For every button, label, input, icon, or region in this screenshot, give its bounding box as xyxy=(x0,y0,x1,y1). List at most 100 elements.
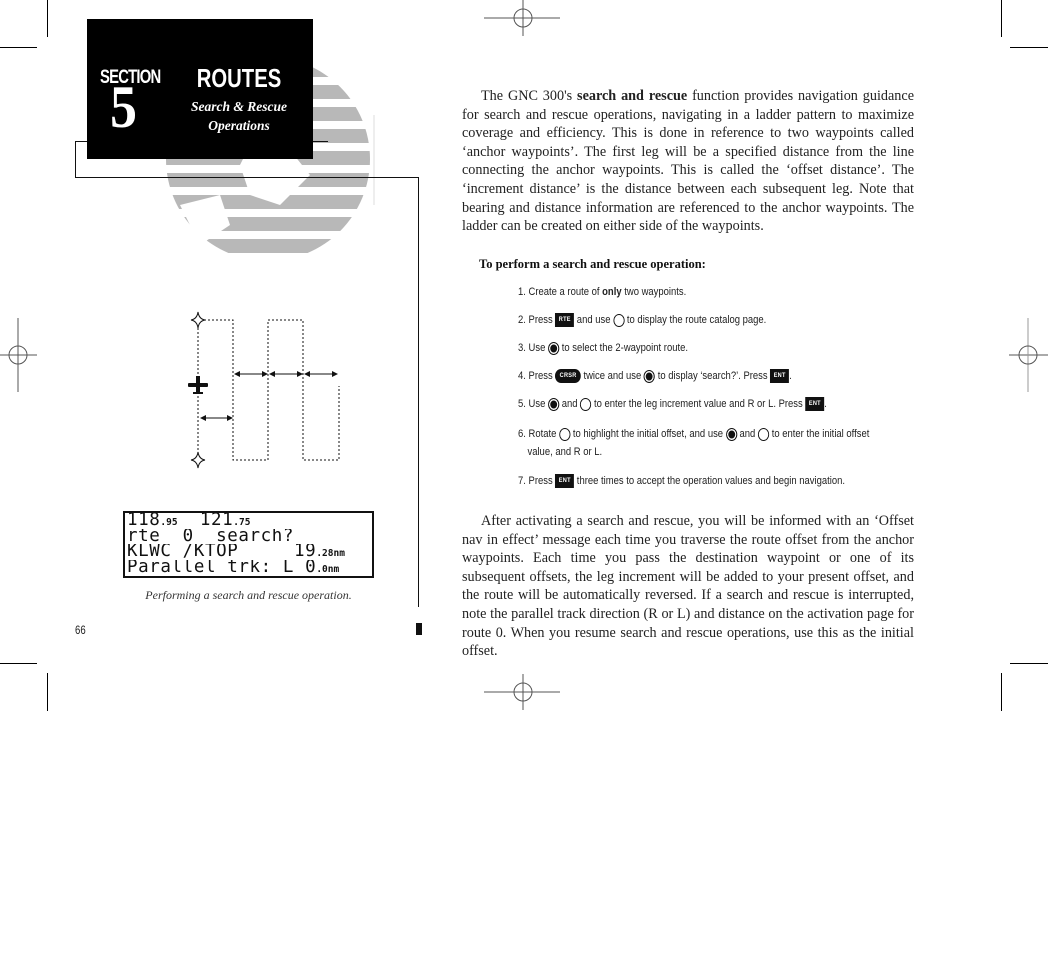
inner-knob-icon xyxy=(547,341,560,355)
lcd-text: .95 xyxy=(160,517,178,528)
registration-mark-icon xyxy=(1009,318,1048,392)
inner-knob-icon xyxy=(725,427,737,441)
step-number: 1. xyxy=(518,286,529,298)
registration-mark-icon xyxy=(484,674,560,710)
lcd-line: Parallel trk: L 0.0nm xyxy=(127,560,372,576)
procedure-step: 3. Use to select the 2-waypoint route. xyxy=(518,339,862,357)
lcd-text: 121 xyxy=(177,513,234,529)
crop-mark xyxy=(1001,0,1002,37)
step-text: Create a route of xyxy=(528,286,603,298)
step-text: . xyxy=(824,398,827,410)
frame-line xyxy=(75,141,87,142)
subtitle-line: Search & Rescue xyxy=(191,99,287,114)
intro-paragraph: The GNC 300's search and rescue function… xyxy=(462,87,914,236)
step-text: to enter the leg increment value and R o… xyxy=(591,398,806,410)
step-text: and xyxy=(736,428,758,440)
crop-mark xyxy=(0,47,37,48)
procedure-step: 4. Press CRSR twice and use to display ‘… xyxy=(518,367,862,385)
step-text: value, and R or L. xyxy=(527,446,603,458)
frame-line xyxy=(75,141,76,177)
lcd-text: .75 xyxy=(233,517,251,528)
anchor-waypoint-icon xyxy=(190,311,206,329)
anchor-waypoint-icon xyxy=(190,451,206,469)
step-text: only xyxy=(602,286,622,298)
step-text: Press xyxy=(528,370,556,382)
aircraft-icon xyxy=(188,376,208,394)
lcd-text: KLWC /KTOP 19 xyxy=(127,544,317,560)
step-text: to display ‘search?’. Press xyxy=(655,370,771,382)
procedure-step: 7. Press ENT three times to accept the o… xyxy=(518,472,862,490)
intro-bold-term: search and rescue xyxy=(577,88,688,104)
step-text: Press xyxy=(528,475,556,487)
step-text: three times to accept the operation valu… xyxy=(574,475,846,487)
step-number: 6. xyxy=(518,428,529,440)
rte-key-icon: RTE xyxy=(555,313,575,328)
procedure-heading: To perform a search and rescue operation… xyxy=(479,257,706,271)
step-number: 5. xyxy=(518,398,529,410)
intro-text: The GNC 300's xyxy=(481,88,578,104)
crop-mark xyxy=(0,663,37,664)
intro-text: function provides navigation guidance fo… xyxy=(462,88,914,235)
step-text: and xyxy=(559,398,581,410)
lcd-text: .0 xyxy=(316,563,328,575)
crsr-key-icon: CRSR xyxy=(555,369,581,384)
lcd-line: rte 0 search? xyxy=(127,529,372,545)
step-text: Press xyxy=(528,314,556,326)
ladder-pattern-diagram xyxy=(188,311,340,469)
lcd-text: .28 xyxy=(316,548,334,560)
crop-mark xyxy=(47,673,48,711)
lcd-text: 118 xyxy=(127,513,161,529)
inner-knob-icon xyxy=(643,369,656,383)
step-text: to highlight the initial offset, and use xyxy=(570,428,726,440)
registration-mark-icon xyxy=(484,0,560,36)
ent-key-icon: ENT xyxy=(770,369,790,384)
step-text: and use xyxy=(574,314,614,326)
procedure-step: 1. Create a route of only two waypoints. xyxy=(518,283,862,301)
step-text: to display the route catalog page. xyxy=(624,314,767,326)
crop-mark xyxy=(47,0,48,37)
outer-knob-icon xyxy=(580,397,592,411)
step-text: Use xyxy=(528,398,548,410)
outer-knob-icon xyxy=(613,313,625,327)
step-text: . xyxy=(789,370,792,382)
lcd-text: nm xyxy=(327,563,340,575)
step-text: two waypoints. xyxy=(621,286,687,298)
step-number: 2. xyxy=(518,314,529,326)
step-text: to enter the initial offset xyxy=(769,428,870,440)
closing-text: After activating a search and rescue, yo… xyxy=(462,513,914,660)
ent-key-icon: ENT xyxy=(555,474,575,489)
lcd-text: Parallel trk: L 0 xyxy=(127,559,317,576)
lcd-text: rte 0 search? xyxy=(127,528,295,545)
step-number: 3. xyxy=(518,342,529,354)
lcd-line: 118.95 121.75 xyxy=(127,513,372,529)
step-text: to select the 2-waypoint route. xyxy=(559,342,688,354)
lcd-text: nm xyxy=(333,548,345,560)
step-text: Rotate xyxy=(528,428,560,440)
procedure-step: 5. Use and to enter the leg increment va… xyxy=(518,395,862,413)
frame-line xyxy=(313,141,328,142)
crop-mark xyxy=(1001,673,1002,711)
lcd-line: KLWC /KTOP 19.28nm xyxy=(127,544,372,560)
procedure-step: 2. Press RTE and use to display the rout… xyxy=(518,311,862,329)
ent-key-icon: ENT xyxy=(805,397,825,412)
subtitle-line: Operations xyxy=(208,118,270,133)
procedure-step: 6. Rotate to highlight the initial offse… xyxy=(518,425,869,461)
outer-knob-icon xyxy=(757,427,770,441)
step-number: 7. xyxy=(518,475,529,487)
chapter-subtitle: Search & Rescue Operations xyxy=(185,97,293,135)
chapter-title: ROUTES xyxy=(196,63,282,93)
outer-knob-icon xyxy=(559,427,571,441)
crop-mark xyxy=(1010,663,1048,664)
registration-mark-icon xyxy=(0,318,37,392)
step-text: Use xyxy=(528,342,548,354)
step-text: twice and use xyxy=(580,370,644,382)
frame-line xyxy=(75,177,419,178)
step-number: 4. xyxy=(518,370,529,382)
increment-arrows xyxy=(200,371,338,421)
section-number: 5 xyxy=(110,74,137,140)
closing-paragraph: After activating a search and rescue, yo… xyxy=(462,512,914,661)
frame-line xyxy=(418,177,419,607)
lcd-screen: 118.95 121.75 rte 0 search? KLWC /KTOP 19.… xyxy=(123,511,374,578)
page-tab-marker xyxy=(416,623,422,635)
page-number: 66 xyxy=(75,623,86,637)
